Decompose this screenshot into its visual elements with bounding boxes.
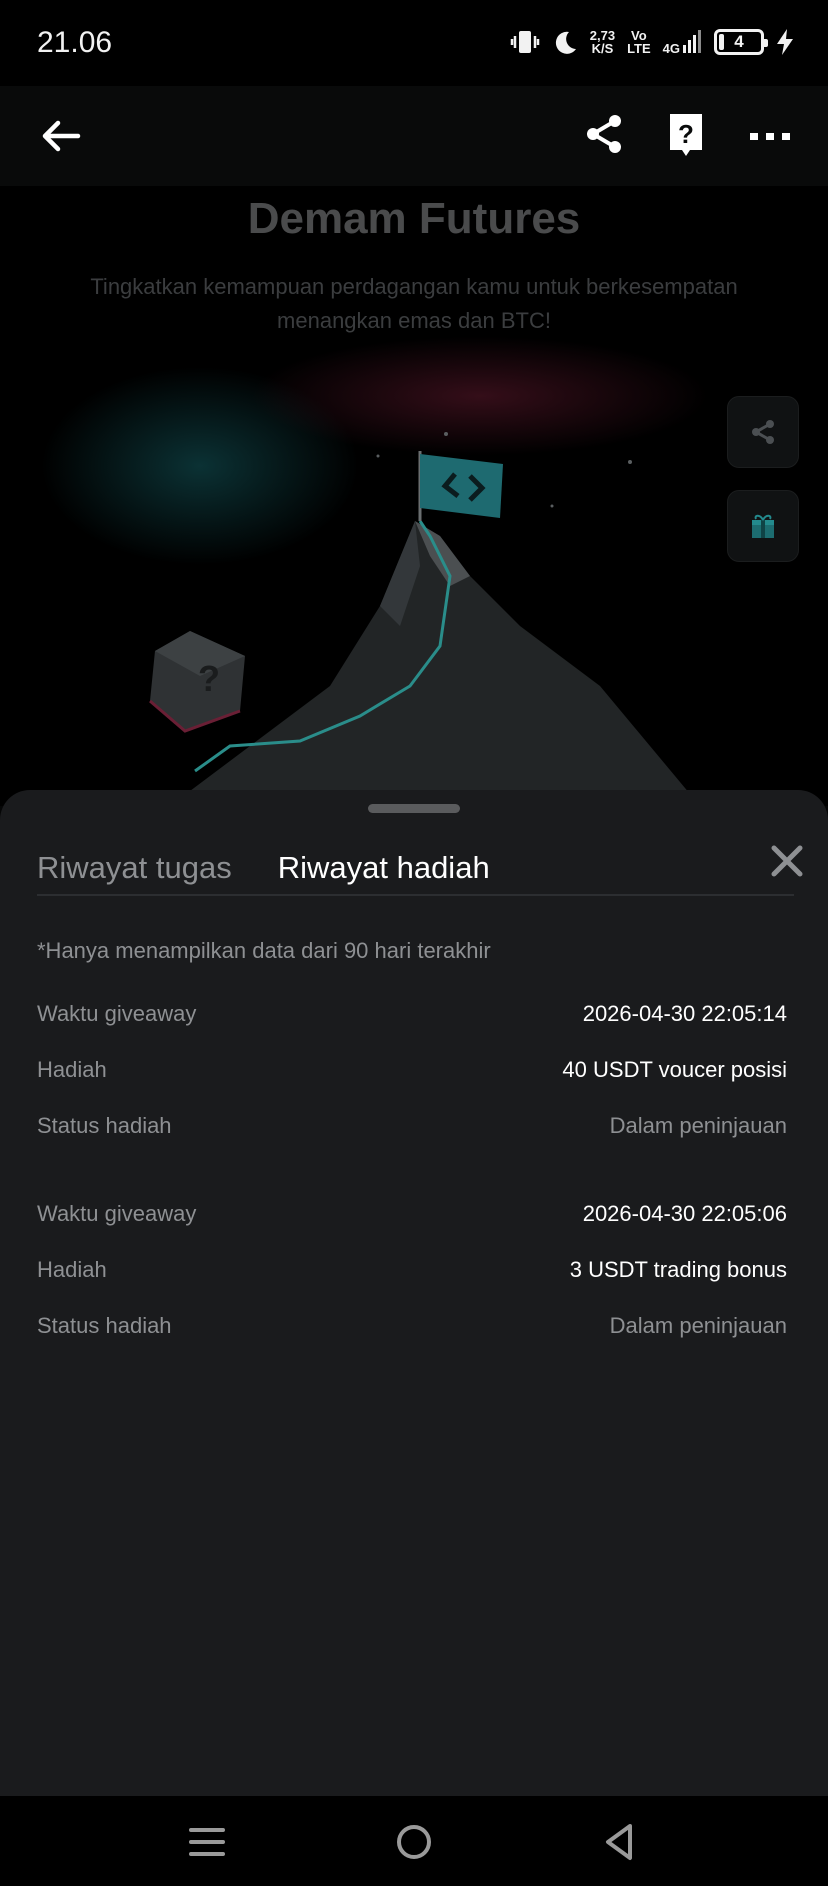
help-icon[interactable]: ? xyxy=(666,110,706,158)
reward-record: Waktu giveaway 2026-04-30 22:05:14 Hadia… xyxy=(37,986,787,1154)
reward-status-value: Dalam peninjauan xyxy=(609,1113,787,1138)
reward-label: Hadiah xyxy=(37,1257,107,1282)
net-speed: 2,73 K/S xyxy=(589,28,616,56)
status-bar: 21.06 2,73 K/S Vo LTE 4G 4 xyxy=(0,0,828,86)
moon-icon xyxy=(555,31,576,54)
giveaway-time-label: Waktu giveaway xyxy=(37,1001,197,1026)
status-icons: 2,73 K/S Vo LTE 4G 4 xyxy=(510,24,794,60)
reward-status-row: Status hadiah Dalam peninjauan xyxy=(37,1298,787,1354)
share-icon[interactable] xyxy=(582,112,626,156)
history-note: *Hanya menampilkan data dari 90 hari ter… xyxy=(37,938,491,963)
giveaway-time-value: 2026-04-30 22:05:14 xyxy=(582,1001,787,1026)
hero-banner: Demam Futures Tingkatkan kemampuan perda… xyxy=(0,186,828,806)
hero-subtitle: Tingkatkan kemampuan perdagangan kamu un… xyxy=(90,274,738,333)
recent-apps-icon[interactable] xyxy=(183,1818,231,1866)
reward-value: 3 USDT trading bonus xyxy=(569,1257,787,1282)
giveaway-time-label: Waktu giveaway xyxy=(37,1201,197,1226)
sheet-drag-handle[interactable] xyxy=(368,804,460,813)
status-time: 21.06 xyxy=(37,26,113,59)
reward-status-row: Status hadiah Dalam peninjauan xyxy=(37,1098,787,1154)
tab-reward-history[interactable]: Riwayat hadiah xyxy=(278,850,490,886)
close-icon[interactable] xyxy=(768,842,806,880)
svg-text:?: ? xyxy=(198,658,220,699)
giveaway-time-row: Waktu giveaway 2026-04-30 22:05:14 xyxy=(37,986,787,1042)
back-arrow-icon[interactable] xyxy=(38,114,82,158)
mountain-illustration: ? xyxy=(149,432,700,806)
signal-icon: 4G xyxy=(663,29,702,55)
home-icon[interactable] xyxy=(390,1818,438,1866)
share-icon xyxy=(752,420,774,444)
vibrate-icon xyxy=(510,31,539,53)
app-bar: ? xyxy=(0,86,828,186)
volte-indicator: Vo LTE xyxy=(627,28,651,56)
more-icon[interactable] xyxy=(748,116,792,156)
reward-status-value: Dalam peninjauan xyxy=(609,1313,787,1338)
back-icon[interactable] xyxy=(596,1818,644,1866)
reward-row: Hadiah 40 USDT voucer posisi xyxy=(37,1042,787,1098)
gift-icon xyxy=(752,514,774,538)
reward-status-label: Status hadiah xyxy=(37,1113,172,1138)
reward-status-label: Status hadiah xyxy=(37,1313,172,1338)
battery-icon: 4 xyxy=(714,29,768,55)
side-share-button[interactable] xyxy=(727,396,799,468)
tab-task-history[interactable]: Riwayat tugas xyxy=(37,850,232,886)
tabs-divider xyxy=(37,894,794,896)
reward-row: Hadiah 3 USDT trading bonus xyxy=(37,1242,787,1298)
reward-history-sheet: Riwayat tugas Riwayat hadiah *Hanya mena… xyxy=(0,790,828,1796)
giveaway-time-value: 2026-04-30 22:05:06 xyxy=(582,1201,787,1226)
side-gift-button[interactable] xyxy=(727,490,799,562)
charging-icon xyxy=(777,29,793,55)
system-nav-bar xyxy=(0,1796,828,1886)
hero-title: Demam Futures xyxy=(247,194,581,243)
svg-text:?: ? xyxy=(678,119,694,149)
reward-record: Waktu giveaway 2026-04-30 22:05:06 Hadia… xyxy=(37,1186,787,1354)
reward-label: Hadiah xyxy=(37,1057,107,1082)
sheet-tabs: Riwayat tugas Riwayat hadiah xyxy=(37,840,794,886)
reward-value: 40 USDT voucer posisi xyxy=(562,1057,787,1082)
giveaway-time-row: Waktu giveaway 2026-04-30 22:05:06 xyxy=(37,1186,787,1242)
